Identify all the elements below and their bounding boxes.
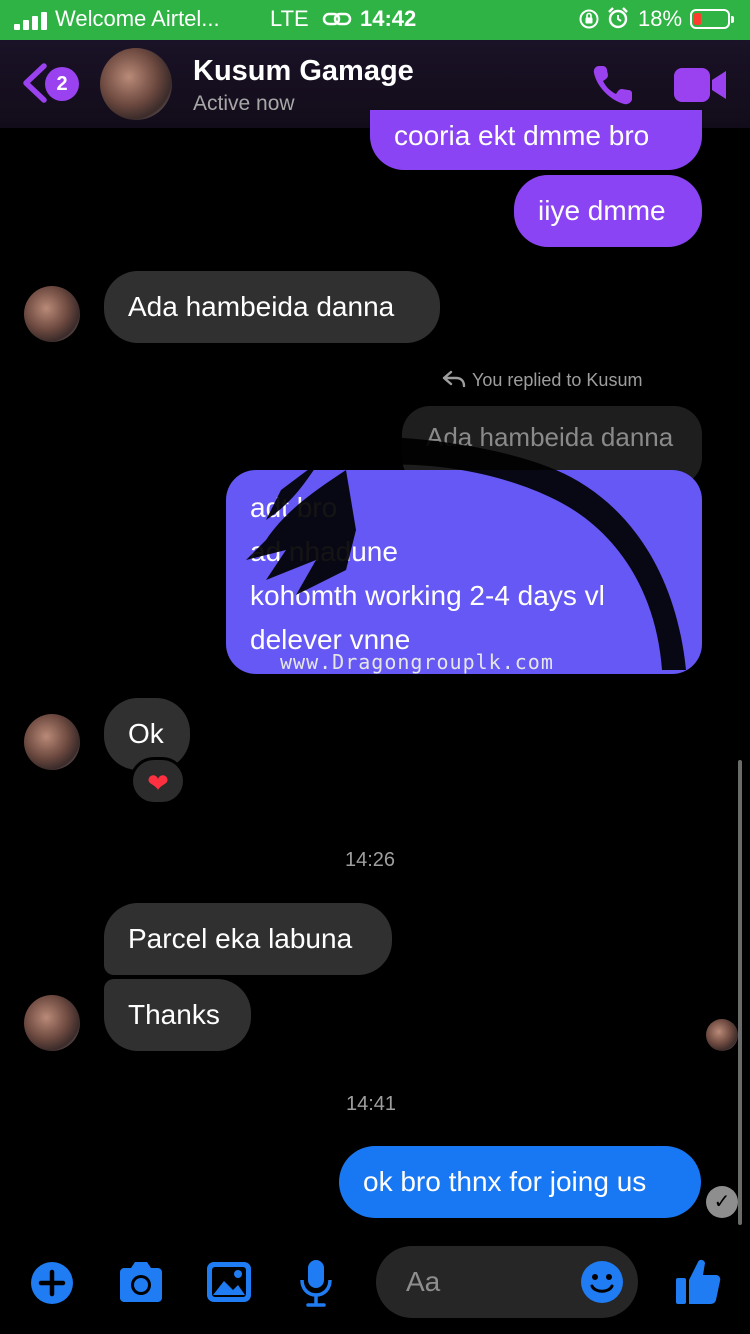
image-icon[interactable] <box>206 1261 252 1303</box>
message-input[interactable] <box>406 1264 556 1300</box>
message-input-box[interactable] <box>376 1246 638 1318</box>
thumbs-up-icon[interactable] <box>674 1256 722 1306</box>
contact-avatar[interactable] <box>100 48 172 120</box>
heart-reaction-icon[interactable]: ❤ <box>130 757 186 805</box>
link-icon <box>322 8 352 36</box>
contact-avatar-small[interactable] <box>24 995 80 1051</box>
microphone-icon[interactable] <box>298 1258 334 1308</box>
incoming-message[interactable]: Parcel eka labuna <box>104 903 392 975</box>
contact-status: Active now <box>193 92 295 115</box>
battery-icon <box>690 9 734 29</box>
contact-avatar-small[interactable] <box>24 286 80 342</box>
plus-icon[interactable] <box>30 1261 74 1305</box>
watermark-text: www.Dragongrouplk.com <box>280 650 554 674</box>
signal-icon <box>14 10 48 30</box>
smiley-icon[interactable] <box>580 1260 624 1304</box>
rotation-lock-icon <box>578 8 600 36</box>
timestamp: 14:41 <box>346 1093 397 1115</box>
network-type: LTE <box>270 6 309 31</box>
reply-arrow-icon <box>442 370 466 388</box>
reply-note-text: You replied to Kusum <box>472 370 643 390</box>
battery-percent: 18% <box>638 6 683 31</box>
seen-avatar <box>706 1019 738 1051</box>
outgoing-message[interactable]: ok bro thnx for joing us <box>339 1146 701 1218</box>
video-camera-icon[interactable] <box>672 66 728 104</box>
contact-avatar-small[interactable] <box>24 714 80 770</box>
reply-note: You replied to Kusum <box>442 370 642 391</box>
scrollbar[interactable] <box>738 760 742 1225</box>
contact-name[interactable]: Kusum Gamage <box>193 55 414 88</box>
incoming-message[interactable]: Thanks <box>104 979 251 1051</box>
timestamp: 14:26 <box>345 849 396 871</box>
dragon-watermark-graphic <box>226 430 702 680</box>
sent-check-icon: ✓ <box>706 1186 738 1218</box>
incoming-message[interactable]: Ada hambeida danna <box>104 271 440 343</box>
carrier-name: Welcome Airtel... <box>55 6 220 31</box>
status-time: 14:42 <box>360 6 417 31</box>
camera-icon[interactable] <box>116 1260 166 1304</box>
alarm-icon <box>606 6 630 36</box>
outgoing-message[interactable]: iiye dmme <box>514 175 702 247</box>
phone-icon[interactable] <box>590 62 636 108</box>
outgoing-message[interactable]: cooria ekt dmme bro <box>370 110 702 170</box>
unread-badge[interactable]: 2 <box>45 67 79 101</box>
